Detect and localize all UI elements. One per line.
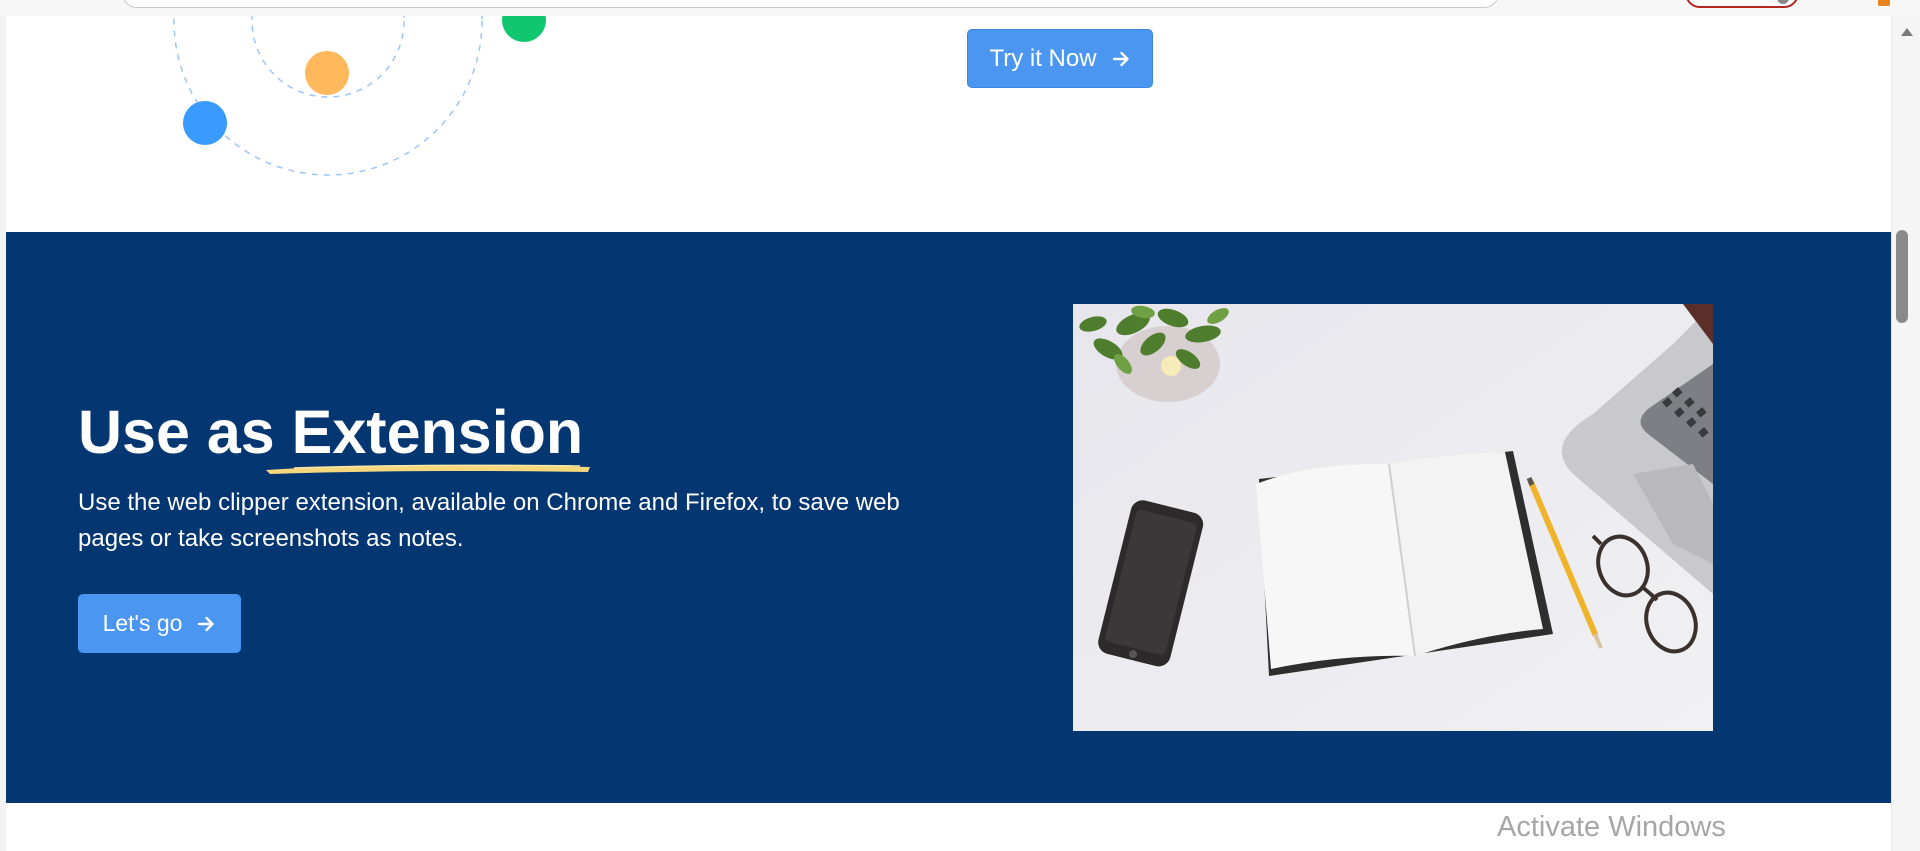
brush-underline — [265, 464, 590, 474]
lets-go-button[interactable]: Let's go — [78, 594, 241, 653]
arrow-right-icon — [1111, 49, 1131, 69]
lets-go-label: Let's go — [102, 610, 183, 636]
scrollbar-thumb[interactable] — [1896, 230, 1908, 323]
orbit-dot-blue — [183, 101, 227, 145]
orbit-dot-orange — [305, 51, 349, 95]
profile-button[interactable] — [1685, 0, 1799, 8]
activate-windows-watermark: Activate Windows — [1497, 811, 1726, 843]
heading-highlight: Extension — [265, 402, 590, 474]
orbit-dot-green — [502, 16, 546, 42]
desk-workspace-image — [1073, 304, 1713, 731]
heading-prefix: Use as — [78, 398, 292, 466]
arrow-right-icon — [196, 614, 216, 634]
extension-description: Use the web clipper extension, available… — [78, 489, 900, 552]
try-it-now-button[interactable]: Try it Now — [967, 29, 1153, 88]
avatar — [1777, 0, 1789, 4]
try-it-now-label: Try it Now — [989, 44, 1097, 72]
extension-icon[interactable] — [1878, 0, 1890, 6]
heading-highlight-text: Extension — [291, 398, 584, 466]
browser-toolbar — [0, 0, 1920, 16]
vertical-scrollbar[interactable] — [1891, 16, 1920, 851]
scroll-up-arrow-icon[interactable] — [1901, 28, 1913, 36]
extension-heading: Use as Extension — [78, 402, 590, 474]
page-viewport: Try it Now Use as Extension Use the web … — [6, 16, 1891, 851]
extension-section: Use as Extension Use the web clipper ext… — [6, 232, 1891, 803]
orbit-decoration — [173, 16, 546, 176]
address-bar[interactable] — [122, 0, 1499, 8]
